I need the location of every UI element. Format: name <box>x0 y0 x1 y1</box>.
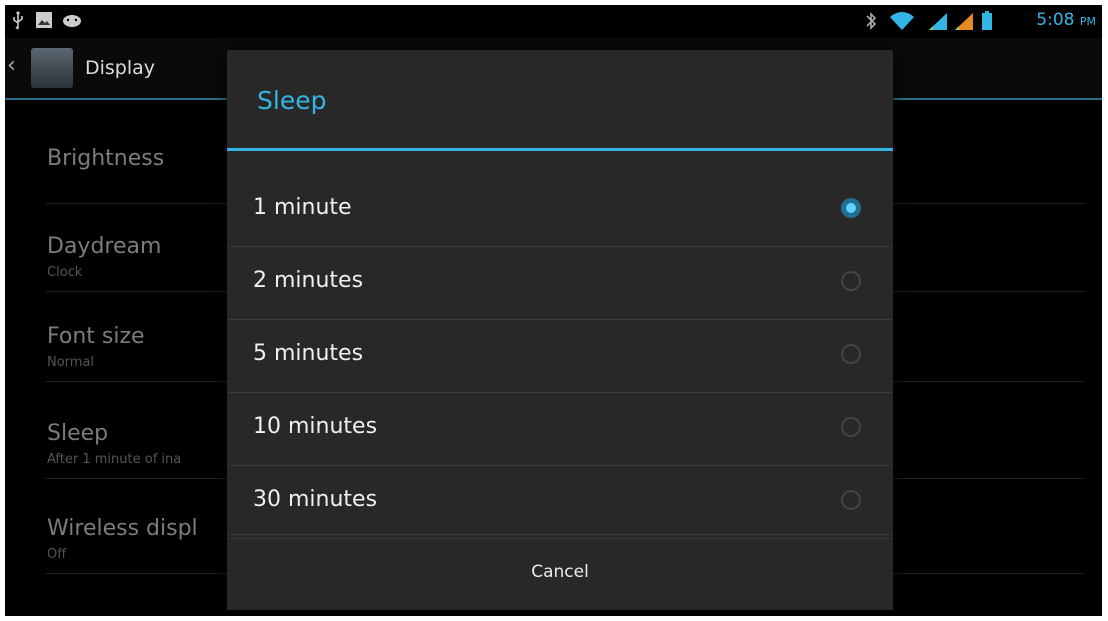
option-label: 10 minutes <box>253 414 378 439</box>
option-5-minutes[interactable]: 5 minutes <box>227 320 893 393</box>
option-label: 30 minutes <box>253 487 378 512</box>
image-icon <box>35 11 53 33</box>
setting-summary: After 1 minute of ina <box>47 452 182 467</box>
setting-summary: Off <box>47 547 67 562</box>
setting-title: Font size <box>47 324 145 349</box>
radio-unselected-icon[interactable] <box>841 417 861 437</box>
option-label: 2 minutes <box>253 268 364 293</box>
status-time: 5:08 PM <box>1036 10 1096 30</box>
radio-unselected-icon[interactable] <box>841 271 861 291</box>
option-label: 5 minutes <box>253 341 364 366</box>
option-1-minute[interactable]: 1 minute <box>227 174 893 247</box>
dialog-divider <box>227 148 893 151</box>
setting-title: Wireless displ <box>47 516 198 541</box>
setting-title: Daydream <box>47 234 162 259</box>
radio-unselected-icon[interactable] <box>841 344 861 364</box>
back-chevron-icon[interactable]: ‹ <box>7 53 16 78</box>
signal-icon <box>927 11 949 35</box>
bluetooth-icon <box>865 11 877 35</box>
usb-icon <box>11 11 25 35</box>
setting-title: Sleep <box>47 421 109 446</box>
cancel-button[interactable]: Cancel <box>227 535 893 610</box>
setting-summary: Clock <box>47 265 83 280</box>
page-title: Display <box>85 57 156 79</box>
radio-unselected-icon[interactable] <box>841 490 861 510</box>
option-10-minutes[interactable]: 10 minutes <box>227 393 893 466</box>
device-screen: 5:08 PM ‹ Display Brightness Daydream Cl… <box>5 5 1102 616</box>
option-label: 1 minute <box>253 195 352 220</box>
display-app-icon[interactable] <box>31 48 73 88</box>
battery-icon <box>981 11 993 35</box>
setting-title: Brightness <box>47 146 165 171</box>
dialog-title: Sleep <box>257 86 327 115</box>
option-2-minutes[interactable]: 2 minutes <box>227 247 893 320</box>
android-debug-icon <box>61 11 83 33</box>
setting-summary: Normal <box>47 355 95 370</box>
sleep-dialog: Sleep 1 minute 2 minutes 5 minutes 10 mi… <box>227 50 893 610</box>
status-bar: 5:08 PM <box>5 5 1102 38</box>
radio-selected-icon[interactable] <box>841 198 861 218</box>
signal-icon <box>953 11 975 35</box>
wifi-icon <box>889 11 915 35</box>
option-30-minutes[interactable]: 30 minutes <box>227 466 893 539</box>
dialog-button-bar: Cancel <box>227 534 893 610</box>
